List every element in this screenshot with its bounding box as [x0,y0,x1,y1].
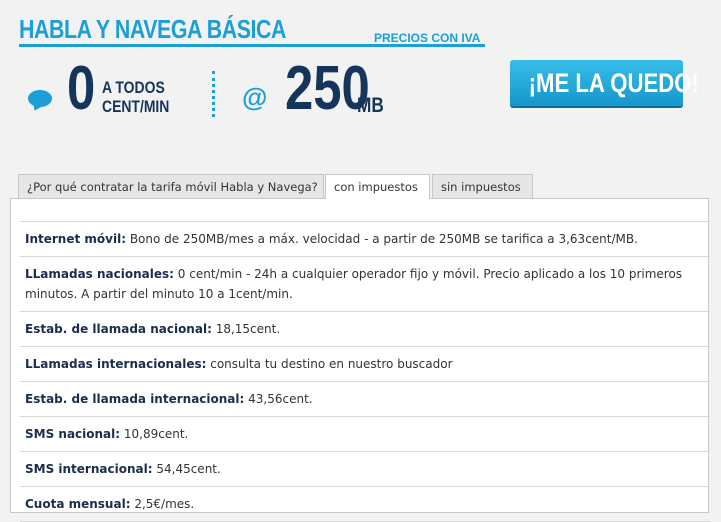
row-value: 2,5€/mes. [134,497,195,511]
plan-title: HABLA Y NAVEGA BÁSICA [19,14,286,44]
list-item: Estab. de llamada nacional: 18,15cent. [20,312,710,347]
list-item: Cuota mensual: 2,5€/mes. [20,487,710,522]
row-value: consulta tu destino en nuestro buscador [210,357,453,371]
calls-label-line1: A TODOS [102,78,165,97]
header-divider [19,44,485,47]
price-note: PRECIOS CON IVA [374,31,481,45]
row-label: Internet móvil: [25,232,126,246]
row-value: 10,89cent. [123,427,189,441]
data-unit: MB [357,94,384,117]
row-value: 18,15cent. [215,322,281,336]
calls-price-value: 0 [67,54,96,123]
at-icon: @ [242,82,268,112]
me-la-quedo-button[interactable]: ¡ME LA QUEDO! [510,60,699,106]
row-label: LLamadas internacionales: [25,357,207,371]
tariff-details-panel: Internet móvil: Bono de 250MB/mes a máx.… [10,198,710,522]
row-value: Bono de 250MB/mes a máx. velocidad - a p… [129,232,638,246]
row-value: 54,45cent. [156,462,221,476]
row-label: SMS nacional: [25,427,121,441]
tab-con-impuestos[interactable]: con impuestos [325,174,430,199]
list-item: Internet móvil: Bono de 250MB/mes a máx.… [20,222,710,257]
row-value: 43,56cent. [248,392,313,406]
tab-why[interactable]: ¿Por qué contratar la tarifa móvil Habla… [18,174,324,198]
row-label: Cuota mensual: [25,497,131,511]
chat-bubble-icon [28,90,52,107]
list-item: Estab. de llamada internacional: 43,56ce… [20,382,710,417]
cta-label: ¡ME LA QUEDO! [528,68,699,98]
row-label: SMS internacional: [25,462,153,476]
list-item: LLamadas nacionales: 0 cent/min - 24h a … [20,257,710,312]
list-item: SMS internacional: 54,45cent. [20,452,710,487]
list-item: LLamadas internacionales: consulta tu de… [20,347,710,382]
row-label: Estab. de llamada nacional: [25,322,212,336]
calls-label-line2: CENT/MIN [102,97,170,116]
tab-sin-impuestos[interactable]: sin impuestos [432,174,533,198]
tariff-details-list: Internet móvil: Bono de 250MB/mes a máx.… [20,221,710,522]
dotted-separator [212,71,215,117]
row-label: Estab. de llamada internacional: [25,392,245,406]
row-label: LLamadas nacionales: [25,267,174,281]
list-item: SMS nacional: 10,89cent. [20,417,710,452]
